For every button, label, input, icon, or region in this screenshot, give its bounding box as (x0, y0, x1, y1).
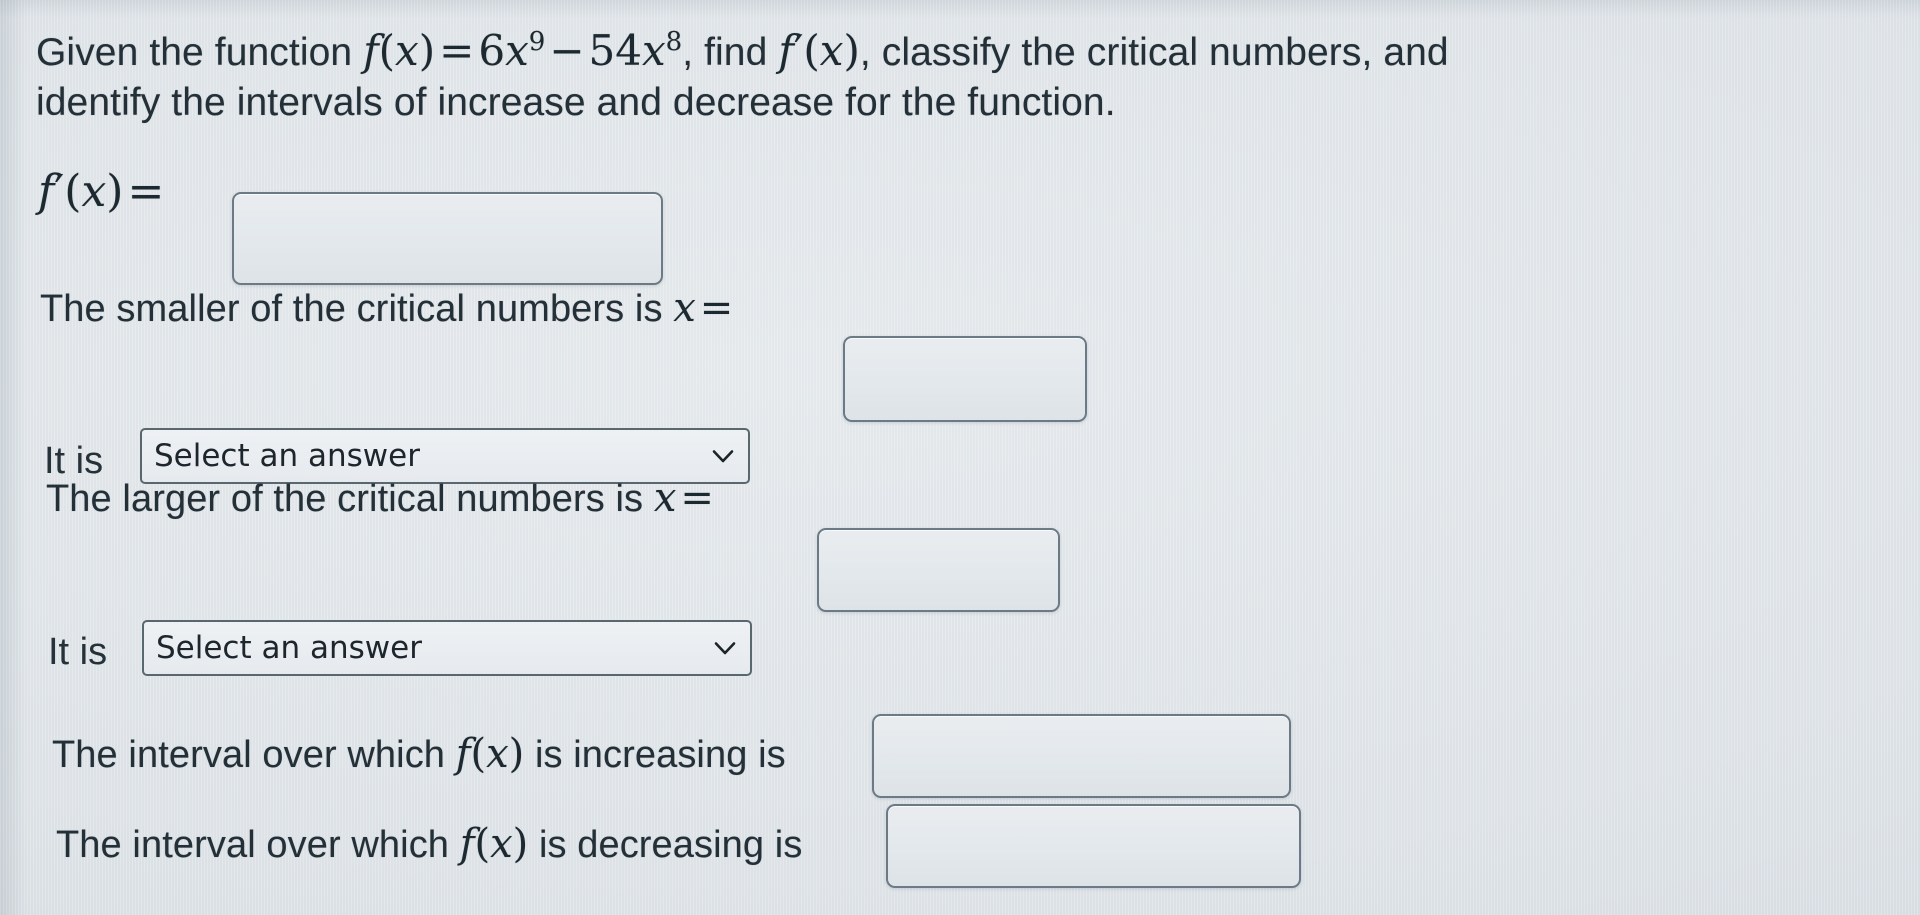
larger-critical-label: The larger of the critical numbers is x = (46, 474, 718, 523)
derivative-notation-math: f′(x) (778, 26, 860, 75)
larger-critical-var: x = (653, 475, 714, 521)
derivative-input[interactable] (232, 192, 663, 285)
decreasing-fx-math: f(x) (459, 821, 529, 867)
increasing-interval-input[interactable] (872, 714, 1291, 798)
larger-classify-selected-value: Select an answer (156, 630, 422, 666)
prompt-text-part-2: , find (682, 31, 779, 74)
decreasing-interval-input[interactable] (886, 804, 1301, 888)
larger-classify-select[interactable]: Select an answer (142, 620, 752, 676)
function-definition-math: f(x)=6x9−54x8 (363, 26, 683, 75)
decreasing-interval-label: The interval over which f(x) is decreasi… (56, 821, 803, 867)
smaller-critical-var: x = (673, 285, 734, 331)
smaller-critical-input[interactable] (843, 336, 1087, 422)
smaller-critical-label: The smaller of the critical numbers is x… (40, 284, 737, 333)
larger-critical-input[interactable] (817, 528, 1060, 612)
problem-statement: Given the function f(x)=6x9−54x8, find f… (36, 26, 1556, 128)
chevron-down-icon (708, 441, 738, 471)
larger-classify-label: It is (48, 631, 108, 673)
increasing-interval-label: The interval over which f(x) is increasi… (52, 731, 786, 777)
chevron-down-icon (710, 633, 740, 663)
derivative-field-label: f′(x)= (38, 166, 165, 217)
prompt-text-part-1: Given the function (36, 31, 364, 74)
smaller-classify-selected-value: Select an answer (154, 438, 420, 474)
increasing-fx-math: f(x) (455, 731, 525, 777)
